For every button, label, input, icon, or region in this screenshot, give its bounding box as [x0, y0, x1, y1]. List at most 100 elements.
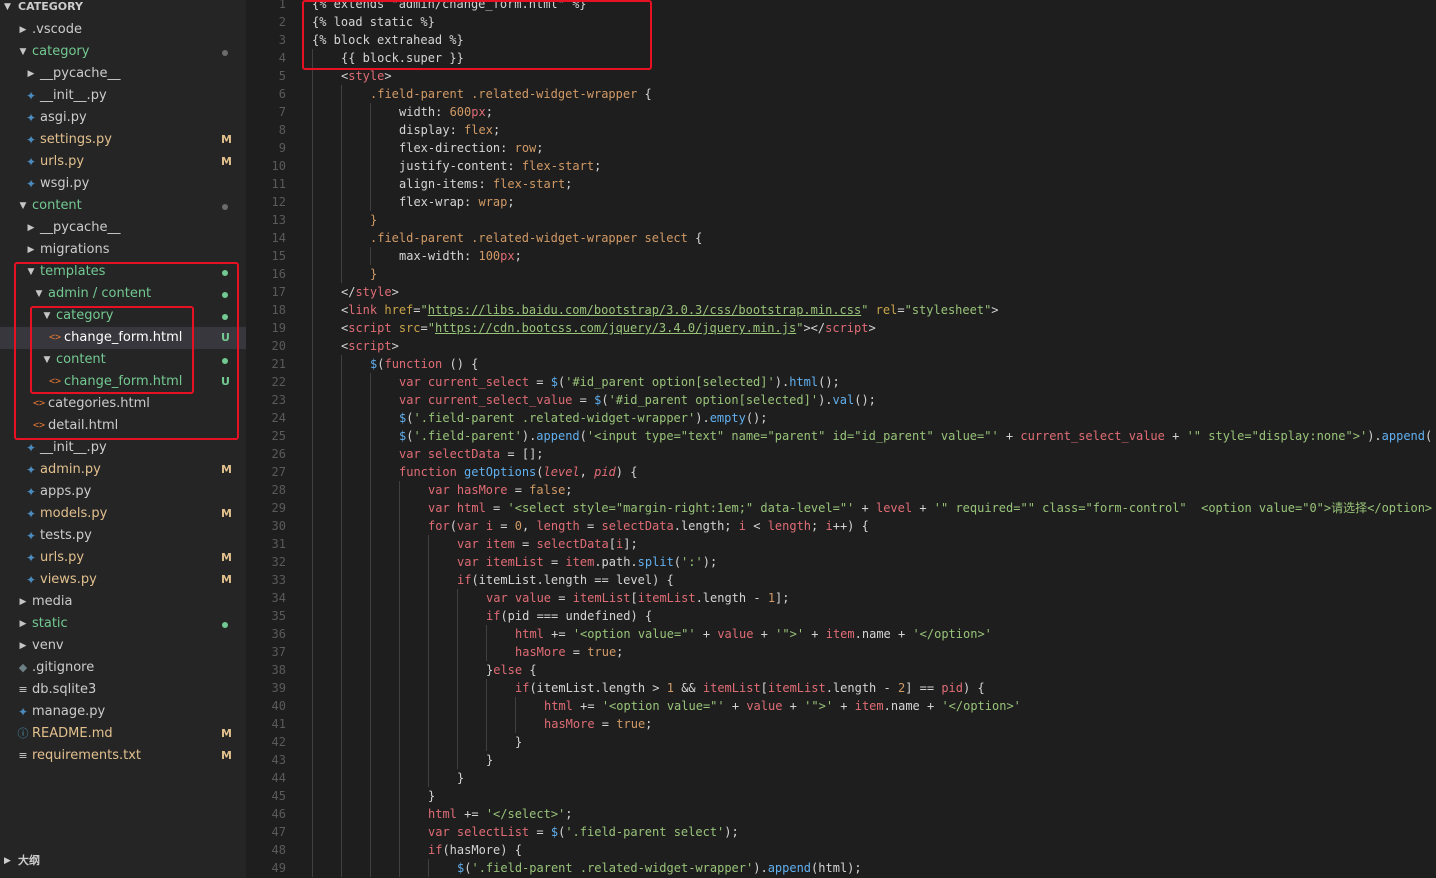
tree-item[interactable]: ✦ __init__.py	[0, 85, 246, 107]
code-line[interactable]: 13}	[246, 211, 1436, 229]
indent-guide	[341, 85, 342, 103]
code-line[interactable]: 28 var hasMore = false;	[246, 481, 1436, 499]
code-line[interactable]: 2 {% load static %}	[246, 13, 1436, 31]
code-token: =	[579, 519, 602, 533]
code-line[interactable]: 49 $('.field-parent .related-widget-wrapp…	[246, 859, 1436, 877]
code-line[interactable]: 42}	[246, 733, 1436, 751]
tree-item[interactable]: <> change_form.html U	[0, 371, 246, 393]
code-line[interactable]: 11 align-items: flex-start;	[246, 175, 1436, 193]
explorer-section-header[interactable]: ▼ CATEGORY	[0, 0, 246, 14]
line-number: 7	[278, 105, 286, 119]
tree-item[interactable]: ▶ static	[0, 613, 246, 635]
tree-item[interactable]: ▶ media	[0, 591, 246, 613]
tree-item[interactable]: <> change_form.html U	[0, 327, 246, 349]
code-line[interactable]: 17 </style>	[246, 283, 1436, 301]
tree-item[interactable]: ≡ requirements.txt M	[0, 745, 246, 767]
tree-item[interactable]: ✦ views.py M	[0, 569, 246, 591]
code-line[interactable]: 5 <style>	[246, 67, 1436, 85]
tree-item[interactable]: <> categories.html	[0, 393, 246, 415]
code-line[interactable]: 44}	[246, 769, 1436, 787]
code-line[interactable]: 32 var itemList = item.path.split(':');	[246, 553, 1436, 571]
tree-item[interactable]: ✦ apps.py	[0, 481, 246, 503]
tree-item[interactable]: ✦ __init__.py	[0, 437, 246, 459]
tree-item[interactable]: ▼ templates	[0, 261, 246, 283]
code-text: function getOptions(level, pid) {	[399, 463, 637, 481]
code-line[interactable]: 18 <link href="https://libs.baidu.com/boo…	[246, 301, 1436, 319]
tree-item[interactable]: ✦ models.py M	[0, 503, 246, 525]
tree-item[interactable]: <> detail.html	[0, 415, 246, 437]
code-line[interactable]: 31 var item = selectData[i];	[246, 535, 1436, 553]
code-line[interactable]: 9 flex-direction: row;	[246, 139, 1436, 157]
tree-item[interactable]: ▼ category	[0, 305, 246, 327]
tree-item[interactable]: ▼ content	[0, 349, 246, 371]
tree-item[interactable]: ✦ manage.py	[0, 701, 246, 723]
code-line[interactable]: 34 var value = itemList[itemList.length -…	[246, 589, 1436, 607]
tree-item[interactable]: ◆ .gitignore	[0, 657, 246, 679]
tree-item[interactable]: ✦ tests.py	[0, 525, 246, 547]
code-line[interactable]: 47 var selectList = $('.field-parent sele…	[246, 823, 1436, 841]
indent-guide	[312, 427, 313, 445]
tree-item[interactable]: ▼ admin / content	[0, 283, 246, 305]
code-line[interactable]: 1 {% extends "admin/change_form.html" %}	[246, 0, 1436, 13]
code-line[interactable]: 37 hasMore = true;	[246, 643, 1436, 661]
code-line[interactable]: 29 var html = '<select style="margin-righ…	[246, 499, 1436, 517]
code-token: 600	[449, 105, 472, 119]
outline-section-header[interactable]: ▶ 大纲	[0, 850, 246, 872]
line-number: 5	[278, 69, 286, 83]
code-line[interactable]: 36 html += '<option value="' + value + '"…	[246, 625, 1436, 643]
code-line[interactable]: 30 for(var i = 0, length = selectData.len…	[246, 517, 1436, 535]
code-line[interactable]: 39 if(itemList.length > 1 && itemList[ite…	[246, 679, 1436, 697]
code-line[interactable]: 27 function getOptions(level, pid) {	[246, 463, 1436, 481]
code-line[interactable]: 41 hasMore = true;	[246, 715, 1436, 733]
code-line[interactable]: 21 $(function () {	[246, 355, 1436, 373]
tree-item[interactable]: ✦ admin.py M	[0, 459, 246, 481]
code-line[interactable]: 12 flex-wrap: wrap;	[246, 193, 1436, 211]
tree-item[interactable]: ▶ venv	[0, 635, 246, 657]
code-line[interactable]: 24 $('.field-parent .related-widget-wrapp…	[246, 409, 1436, 427]
code-line[interactable]: 48 if(hasMore) {	[246, 841, 1436, 859]
code-token: length	[767, 519, 812, 533]
code-line[interactable]: 3 {% block extrahead %}	[246, 31, 1436, 49]
code-line[interactable]: 35 if(pid === undefined) {	[246, 607, 1436, 625]
code-line[interactable]: 20 <script>	[246, 337, 1436, 355]
indent-guide	[370, 679, 371, 697]
code-line[interactable]: 26 var selectData = [];	[246, 445, 1436, 463]
code-line[interactable]: 15 max-width: 100px;	[246, 247, 1436, 265]
code-line[interactable]: 16}	[246, 265, 1436, 283]
tree-item[interactable]: ▶ __pycache__	[0, 63, 246, 85]
code-text: }	[370, 211, 377, 229]
code-token: var	[457, 537, 479, 551]
code-line[interactable]: 7 width: 600px;	[246, 103, 1436, 121]
code-line[interactable]: 4 {{ block.super }}	[246, 49, 1436, 67]
code-line[interactable]: 43}	[246, 751, 1436, 769]
tree-item[interactable]: ✦ urls.py M	[0, 151, 246, 173]
tree-item[interactable]: ✦ urls.py M	[0, 547, 246, 569]
code-line[interactable]: 19 <script src="https://cdn.bootcss.com/j…	[246, 319, 1436, 337]
tree-item[interactable]: ▼ content	[0, 195, 246, 217]
code-editor[interactable]: 1 {% extends "admin/change_form.html" %} 2…	[246, 0, 1436, 878]
indent-guide	[370, 463, 371, 481]
code-line[interactable]: 22 var current_select = $('#id_parent opt…	[246, 373, 1436, 391]
tree-item[interactable]: ▶ __pycache__	[0, 217, 246, 239]
code-line[interactable]: 23 var current_select_value = $('#id_pare…	[246, 391, 1436, 409]
tree-item[interactable]: ⓘ README.md M	[0, 723, 246, 745]
code-line[interactable]: 46 html += '</select>';	[246, 805, 1436, 823]
code-line[interactable]: 25 $('.field-parent').append('<input type…	[246, 427, 1436, 445]
code-text: <script>	[341, 337, 399, 355]
code-line[interactable]: 10 justify-content: flex-start;	[246, 157, 1436, 175]
tree-item[interactable]: ✦ settings.py M	[0, 129, 246, 151]
code-token: +	[833, 699, 855, 713]
code-line[interactable]: 8 display: flex;	[246, 121, 1436, 139]
tree-item[interactable]: ▼ category	[0, 41, 246, 63]
code-line[interactable]: 38}else {	[246, 661, 1436, 679]
tree-item[interactable]: ▶ .vscode	[0, 19, 246, 41]
code-line[interactable]: 14 .field-parent .related-widget-wrapper …	[246, 229, 1436, 247]
code-line[interactable]: 6 .field-parent .related-widget-wrapper {	[246, 85, 1436, 103]
tree-item[interactable]: ✦ wsgi.py	[0, 173, 246, 195]
code-line[interactable]: 45}	[246, 787, 1436, 805]
code-line[interactable]: 33 if(itemList.length == level) {	[246, 571, 1436, 589]
tree-item[interactable]: ✦ asgi.py	[0, 107, 246, 129]
code-line[interactable]: 40 html += '<option value="' + value + '"…	[246, 697, 1436, 715]
tree-item[interactable]: ▶ migrations	[0, 239, 246, 261]
tree-item[interactable]: ≡ db.sqlite3	[0, 679, 246, 701]
